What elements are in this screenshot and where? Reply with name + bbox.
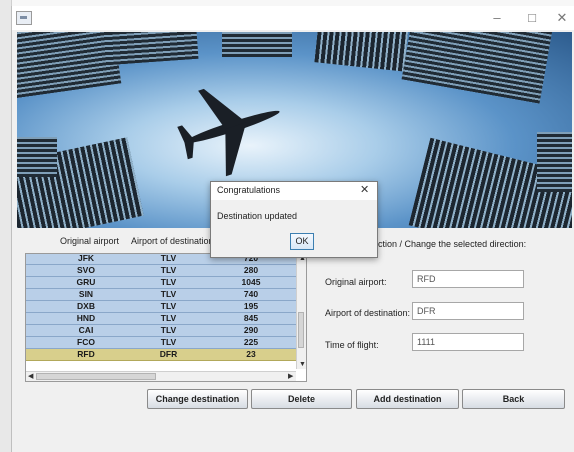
destination-input[interactable]	[412, 302, 524, 320]
horizontal-scroll-thumb[interactable]	[36, 373, 156, 380]
maximize-icon[interactable]: □	[517, 8, 547, 28]
original-airport-input[interactable]	[412, 270, 524, 288]
title-bar: – □ ✕	[12, 6, 574, 30]
table-row[interactable]: SIN TLV 740	[26, 289, 296, 301]
table-cell-time: 225	[243, 337, 259, 347]
form-header: rection / Change the selected direction:	[370, 239, 527, 249]
table-row[interactable]: HND TLV 845	[26, 313, 296, 325]
table-cell-time: 740	[243, 289, 259, 299]
dialog-title-bar: Congratulations ✕	[211, 182, 377, 200]
table-row[interactable]: FCO TLV 225	[26, 337, 296, 349]
horizontal-scrollbar[interactable]: ◀ ▶	[26, 371, 296, 381]
scroll-right-icon[interactable]: ▶	[288, 372, 293, 381]
dialog-message: Destination updated	[217, 211, 298, 221]
column-header-destination: Airport of destination	[131, 236, 214, 246]
delete-button[interactable]: Delete	[251, 389, 352, 409]
add-destination-button[interactable]: Add destination	[356, 389, 459, 409]
table-cell-time: 280	[243, 265, 259, 275]
table-cell-time: 195	[243, 301, 259, 311]
scroll-down-icon[interactable]: ▼	[299, 360, 306, 369]
table-row[interactable]: RFD DFR 23	[26, 349, 296, 361]
time-of-flight-input[interactable]	[412, 333, 524, 351]
table-cell-time: 1045	[241, 277, 261, 287]
flights-table: JFK TLV 720 SVO TLV 280 GRU TLV 1045 SIN TLV 740 DXB…	[25, 253, 307, 382]
table-row[interactable]: DXB TLV 195	[26, 301, 296, 313]
airplane-icon	[177, 88, 280, 177]
time-of-flight-label: Time of flight:	[325, 340, 379, 350]
minimize-icon[interactable]: –	[482, 8, 512, 28]
vertical-scrollbar[interactable]: ▲ ▼	[296, 254, 306, 369]
scroll-left-icon[interactable]: ◀	[28, 372, 33, 381]
close-icon[interactable]: ✕	[547, 8, 574, 28]
table-body: JFK TLV 720 SVO TLV 280 GRU TLV 1045 SIN TLV 740 DXB…	[26, 254, 296, 369]
back-button[interactable]: Back	[462, 389, 565, 409]
table-row[interactable]: GRU TLV 1045	[26, 277, 296, 289]
close-icon[interactable]: ✕	[360, 183, 369, 196]
change-destination-button[interactable]: Change destination	[147, 389, 248, 409]
table-cell-time: 290	[243, 325, 259, 335]
table-row[interactable]: CAI TLV 290	[26, 325, 296, 337]
table-cell-time: 23	[246, 349, 256, 359]
table-row[interactable]: SVO TLV 280	[26, 265, 296, 277]
column-header-original-airport: Original airport	[60, 236, 120, 246]
destination-label: Airport of destination:	[325, 308, 411, 318]
app-icon	[16, 11, 32, 25]
dialog-title: Congratulations	[217, 185, 281, 195]
vertical-scroll-thumb[interactable]	[298, 312, 304, 348]
ok-button[interactable]: OK	[290, 233, 314, 250]
congratulations-dialog: Congratulations ✕ Destination updated OK	[210, 181, 378, 258]
original-airport-label: Original airport:	[325, 277, 387, 287]
table-cell-time: 845	[243, 313, 259, 323]
